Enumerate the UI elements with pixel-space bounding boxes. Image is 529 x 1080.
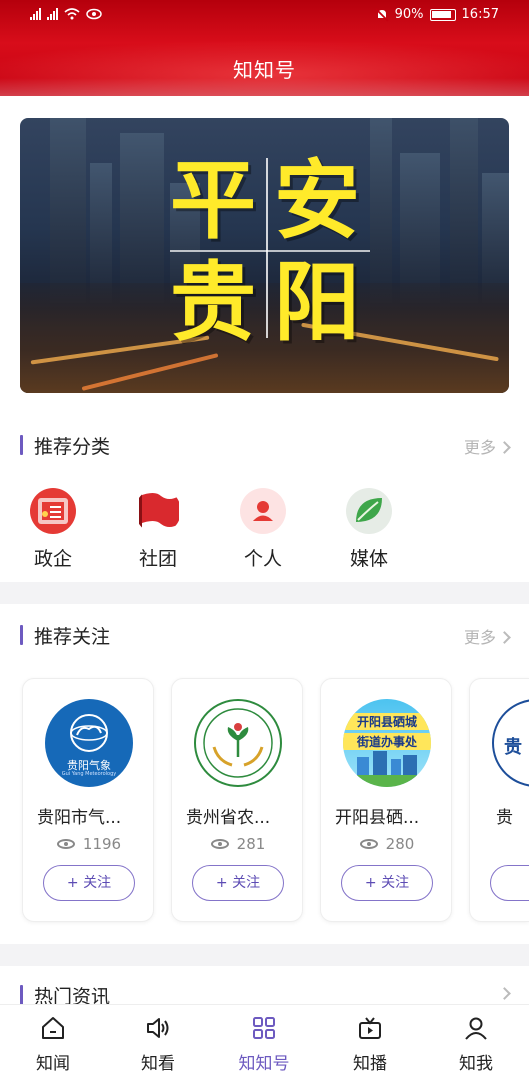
recommended-follows-section: 推荐关注 更多 贵阳气象 Gui Yang Meteorology 贵阳市气..… [0,604,529,944]
leaf-icon [346,488,392,534]
building-shape [450,118,478,303]
tab-label: 知知号 [238,1054,290,1074]
building-shape [120,133,164,303]
user-icon [463,1015,489,1041]
government-icon [30,488,76,534]
view-count: 1196 [23,835,153,853]
account-logo: 贵 [492,699,529,787]
app-header: 90% 16:57 知知号 [0,0,529,96]
video-icon [357,1015,383,1041]
recommended-categories-section: 推荐分类 更多 政企 社团 个人 媒体 [0,414,529,582]
chevron-right-icon [498,631,511,644]
follow-button[interactable]: + 关注 [341,865,433,901]
category-label: 社团 [138,548,177,570]
battery-percent: 90% [394,7,424,22]
account-logo: 贵阳气象 Gui Yang Meteorology [45,699,133,787]
building-shape [400,153,440,303]
hot-news-section: 热门资讯 [0,966,529,1008]
battery-icon [429,8,456,21]
signal-icon [47,8,58,20]
account-logo [194,699,282,787]
account-card[interactable]: 贵 贵 [469,678,529,922]
section-header: 推荐分类 更多 [20,432,511,458]
building-shape [370,118,392,303]
account-name: 贵 [496,808,513,828]
category-label: 个人 [243,548,282,570]
bottom-tab-bar: 知闻 知看 知知号 知播 知我 [0,1004,529,1080]
eye-icon [86,8,102,20]
view-count-value: 1196 [82,835,122,853]
banner-char: 平 [170,151,256,251]
tab-zhiwen[interactable]: 知闻 [13,1015,93,1074]
banner-carousel[interactable]: 平 安 贵 阳 [20,118,509,393]
account-name: 贵阳市气... [37,808,122,828]
tab-zhibo[interactable]: 知播 [330,1015,410,1074]
account-card[interactable]: 贵州省农... 281 + 关注 [171,678,303,922]
tab-label: 知看 [141,1054,175,1074]
more-link[interactable] [496,984,511,1003]
signal-icon [30,8,41,20]
view-count-value: 280 [385,835,415,853]
page-title: 知知号 [233,58,296,82]
logo-char: 贵 [504,737,522,758]
section-header: 推荐关注 更多 [20,622,511,648]
banner-section: 平 安 贵 阳 [0,96,529,414]
chevron-right-icon [498,987,511,1000]
eye-icon [56,839,75,849]
flag-icon [135,488,181,534]
person-icon [240,488,286,534]
tab-zhiwo[interactable]: 知我 [436,1015,516,1074]
section-title: 推荐分类 [34,436,111,458]
view-count: 280 [321,835,451,853]
tab-label: 知闻 [36,1054,70,1074]
section-accent-bar [20,985,23,1005]
logo-subtext: Gui Yang Meteorology [61,771,117,777]
banner-char: 阳 [274,253,360,353]
follow-button[interactable]: + 关注 [43,865,135,901]
eye-icon [359,839,378,849]
account-card[interactable]: 开阳县硒城 街道办事处 开阳县硒... 280 + 关注 [320,678,452,922]
mute-bell-icon [374,7,389,22]
category-label: 政企 [33,548,72,570]
account-logo: 开阳县硒城 街道办事处 [343,699,431,787]
banner-char: 贵 [170,253,256,353]
category-item-government[interactable]: 政企 [18,488,88,571]
more-label: 更多 [463,438,496,457]
category-item-media[interactable]: 媒体 [334,488,404,571]
grid-icon [251,1015,277,1041]
building-shape [90,163,112,303]
eye-icon [210,839,229,849]
more-label: 更多 [463,628,496,647]
section-title: 推荐关注 [34,626,111,648]
home-icon [40,1015,66,1041]
tab-zhikan[interactable]: 知看 [118,1015,198,1074]
more-link[interactable]: 更多 [463,624,511,648]
section-accent-bar [20,625,23,645]
banner-char: 安 [274,151,360,251]
clock: 16:57 [461,7,499,22]
status-bar: 90% 16:57 [0,6,529,28]
banner-divider [266,158,268,338]
chevron-right-icon [498,441,511,454]
account-name: 开阳县硒... [335,808,420,828]
follow-button[interactable]: + 关注 [192,865,284,901]
tab-zhizhihao[interactable]: 知知号 [224,1015,304,1074]
category-item-club[interactable]: 社团 [123,488,193,571]
speaker-icon [145,1015,171,1041]
view-count: 281 [172,835,302,853]
tab-label: 知我 [459,1054,493,1074]
view-count-value: 281 [236,835,266,853]
category-label: 媒体 [349,548,388,570]
category-item-personal[interactable]: 个人 [228,488,298,571]
account-name: 贵州省农... [186,808,271,828]
section-accent-bar [20,435,23,455]
wifi-icon [64,8,80,20]
road-shape [20,283,509,393]
account-card[interactable]: 贵阳气象 Gui Yang Meteorology 贵阳市气... 1196 +… [22,678,154,922]
follow-button[interactable] [490,865,529,901]
tab-label: 知播 [353,1054,387,1074]
more-link[interactable]: 更多 [463,434,511,458]
building-shape [50,118,86,303]
